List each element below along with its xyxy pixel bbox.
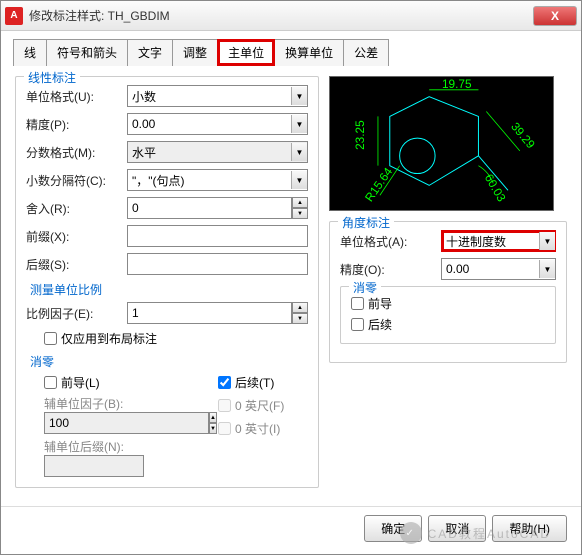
scale-spin-up[interactable]: ▲ — [292, 302, 308, 313]
scale-factor-input[interactable] — [127, 302, 292, 324]
cancel-button[interactable]: 取消 — [428, 515, 486, 542]
linear-group-title: 线性标注 — [24, 69, 80, 86]
round-spin-down[interactable]: ▼ — [292, 208, 308, 219]
help-button[interactable]: 帮助(H) — [492, 515, 567, 542]
chevron-down-icon: ▼ — [539, 232, 555, 250]
chevron-down-icon: ▼ — [539, 260, 555, 278]
fraction-format-label: 分数格式(M): — [26, 144, 121, 161]
svg-text:19.75: 19.75 — [442, 77, 472, 91]
tab-strip: 线 符号和箭头 文字 调整 主单位 换算单位 公差 — [1, 31, 581, 66]
aux-suffix-input[interactable] — [44, 455, 144, 477]
fraction-format-select[interactable]: 水平 ▼ — [127, 141, 308, 163]
unit-format-select[interactable]: 小数 ▼ — [127, 85, 308, 107]
inches-checkbox[interactable]: 0 英寸(I) — [218, 420, 308, 437]
round-spin-up[interactable]: ▲ — [292, 197, 308, 208]
aux-spin-down[interactable]: ▼ — [209, 423, 217, 434]
round-label: 舍入(R): — [26, 200, 121, 217]
tab-symbols[interactable]: 符号和箭头 — [46, 39, 128, 66]
close-button[interactable]: X — [533, 6, 577, 26]
chevron-down-icon: ▼ — [291, 143, 307, 161]
dialog-window: A 修改标注样式: TH_GBDIM X 线 符号和箭头 文字 调整 主单位 换… — [0, 0, 582, 555]
zero-group-title: 消零 — [26, 353, 308, 370]
angle-precision-select[interactable]: 0.00 ▼ — [441, 258, 556, 280]
tab-alt-units[interactable]: 换算单位 — [274, 39, 344, 66]
svg-text:60.03: 60.03 — [482, 172, 509, 205]
ok-button[interactable]: 确定 — [364, 515, 422, 542]
aux-factor-input[interactable] — [44, 412, 209, 434]
dimension-preview: 19.75 23.25 39.29 60.03 R15.64 — [329, 76, 554, 211]
app-icon: A — [5, 7, 23, 25]
angle-group: 角度标注 单位格式(A): 十进制度数 ▼ 精度(O): 0.00 ▼ — [329, 221, 567, 363]
tab-fit[interactable]: 调整 — [172, 39, 218, 66]
chevron-down-icon: ▼ — [291, 115, 307, 133]
svg-text:39.29: 39.29 — [508, 120, 538, 152]
svg-text:R15.64: R15.64 — [362, 165, 396, 205]
scale-factor-label: 比例因子(E): — [26, 305, 121, 322]
prefix-label: 前缀(X): — [26, 228, 121, 245]
precision-label: 精度(P): — [26, 116, 121, 133]
round-input[interactable] — [127, 197, 292, 219]
svg-text:23.25: 23.25 — [353, 120, 367, 150]
chevron-down-icon: ▼ — [291, 87, 307, 105]
angle-leading-checkbox[interactable]: 前导 — [351, 295, 545, 312]
chevron-down-icon: ▼ — [291, 171, 307, 189]
angle-precision-label: 精度(O): — [340, 261, 435, 278]
angle-format-label: 单位格式(A): — [340, 233, 435, 250]
scale-spin-down[interactable]: ▼ — [292, 313, 308, 324]
scale-group-title: 测量单位比例 — [26, 281, 308, 298]
suffix-label: 后缀(S): — [26, 256, 121, 273]
feet-checkbox[interactable]: 0 英尺(F) — [218, 397, 308, 414]
decimal-sep-select[interactable]: "，"(句点) ▼ — [127, 169, 308, 191]
titlebar: A 修改标注样式: TH_GBDIM X — [1, 1, 581, 31]
angle-zero-title: 消零 — [349, 279, 381, 296]
tab-primary-units[interactable]: 主单位 — [217, 39, 275, 66]
suffix-input[interactable] — [127, 253, 308, 275]
aux-spin-up[interactable]: ▲ — [209, 412, 217, 423]
aux-suffix-label: 辅单位后缀(N): — [44, 438, 218, 455]
aux-factor-label: 辅单位因子(B): — [44, 395, 218, 412]
angle-trailing-checkbox[interactable]: 后续 — [351, 316, 545, 333]
trailing-checkbox[interactable]: 后续(T) — [218, 374, 308, 391]
layout-only-checkbox[interactable]: 仅应用到布局标注 — [44, 330, 308, 347]
leading-checkbox[interactable]: 前导(L) — [44, 374, 218, 391]
prefix-input[interactable] — [127, 225, 308, 247]
linear-group: 线性标注 单位格式(U): 小数 ▼ 精度(P): 0.00 ▼ — [15, 76, 319, 488]
angle-group-title: 角度标注 — [338, 214, 394, 231]
angle-format-select[interactable]: 十进制度数 ▼ — [441, 230, 556, 252]
tab-lines[interactable]: 线 — [13, 39, 47, 66]
tab-text[interactable]: 文字 — [127, 39, 173, 66]
precision-select[interactable]: 0.00 ▼ — [127, 113, 308, 135]
decimal-sep-label: 小数分隔符(C): — [26, 172, 121, 189]
dialog-footer: 确定 取消 帮助(H) ✓ CAD教程AutoCAD — [1, 506, 581, 554]
unit-format-label: 单位格式(U): — [26, 88, 121, 105]
tab-tolerance[interactable]: 公差 — [343, 39, 389, 66]
window-title: 修改标注样式: TH_GBDIM — [29, 7, 531, 24]
